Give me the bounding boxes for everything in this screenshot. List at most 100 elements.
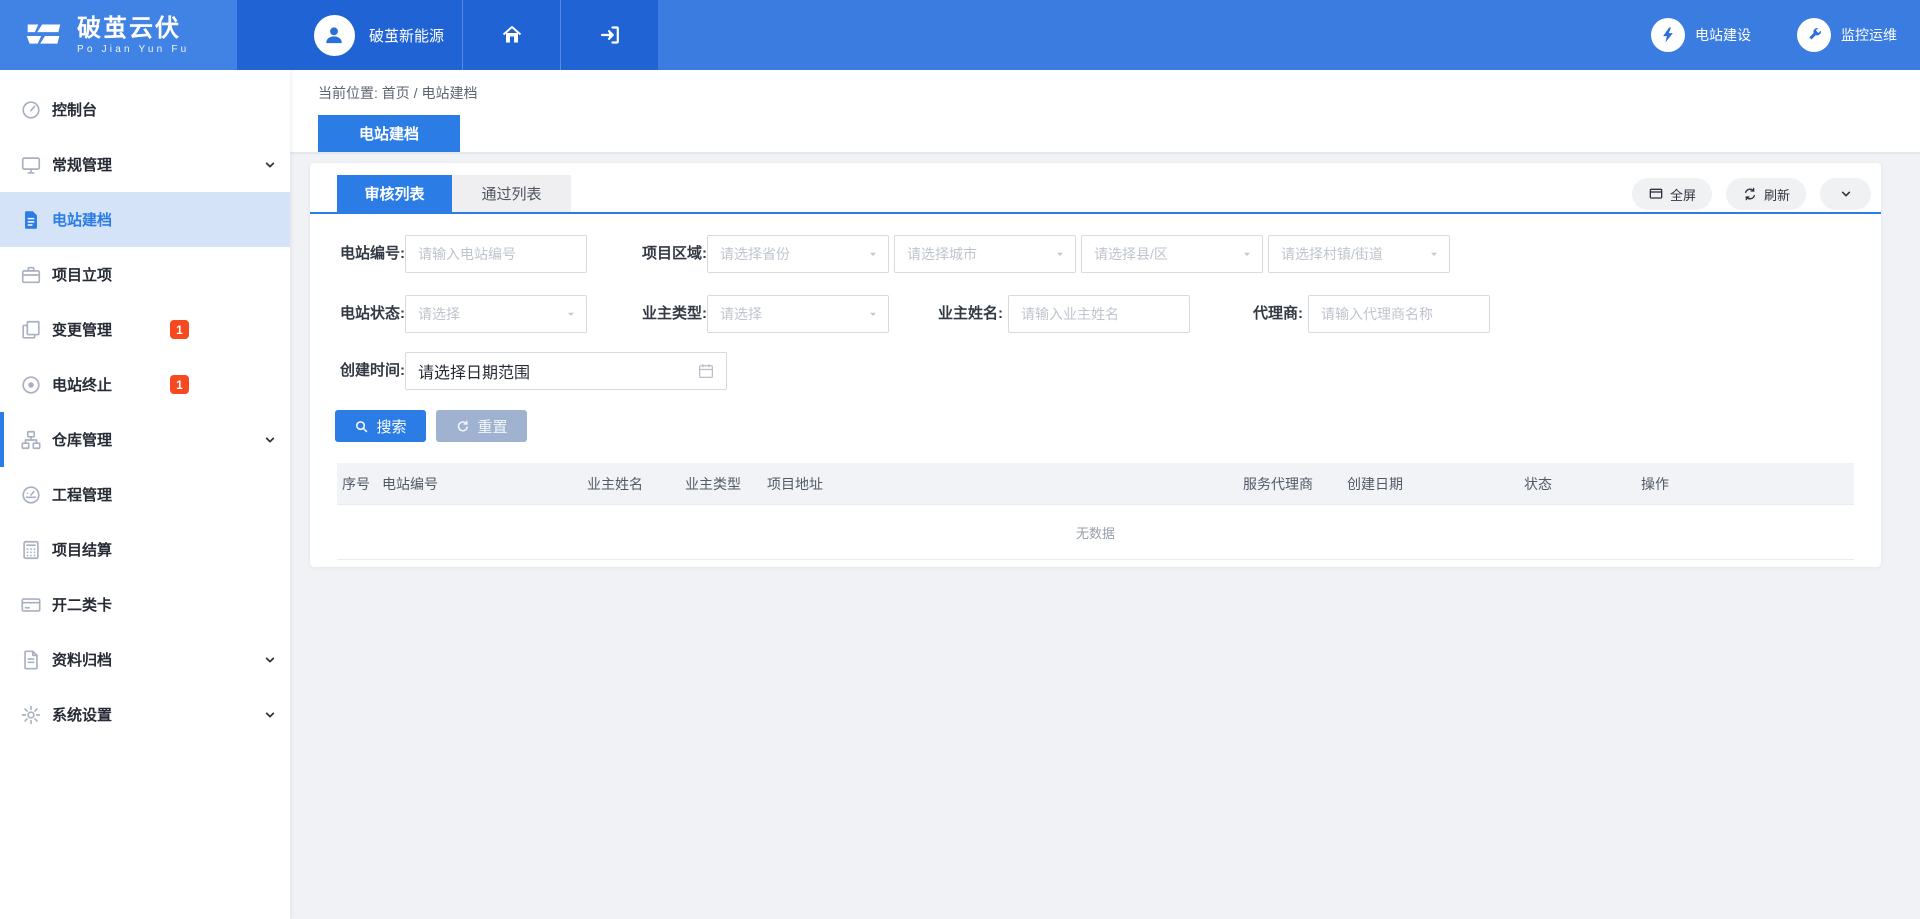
- table-column-header-1: 电站编号: [377, 474, 582, 494]
- caret-down-icon: [565, 308, 577, 320]
- header-modules: 电站建设 监控运维: [1651, 0, 1920, 70]
- sidebar-item-1[interactable]: 常规管理: [0, 137, 290, 192]
- refresh-button[interactable]: 刷新: [1726, 178, 1806, 210]
- search-button[interactable]: 搜索: [335, 410, 426, 442]
- logo-icon: [21, 12, 67, 58]
- create-time-range-picker[interactable]: 请选择日期范围: [405, 352, 727, 390]
- sidebar-item-8[interactable]: 项目结算: [0, 522, 290, 577]
- logo: 破茧云伏 Po Jian Yun Fu: [0, 0, 237, 70]
- user-menu[interactable]: 破茧新能源: [237, 0, 462, 70]
- gauge-icon: [20, 99, 42, 121]
- sidebar-item-label: 工程管理: [52, 484, 112, 505]
- chevron-down-icon: [262, 157, 278, 173]
- sidebar-item-3[interactable]: 项目立项: [0, 247, 290, 302]
- main-panel: 审核列表 通过列表 全屏 刷新 电站编号: 项目区域: 请选择省份请选择城市请选…: [310, 163, 1881, 567]
- wrench-icon: [1797, 18, 1831, 52]
- sidebar-item-9[interactable]: 开二类卡: [0, 577, 290, 632]
- owner-name-input[interactable]: [1008, 295, 1190, 333]
- record-icon: [20, 374, 42, 396]
- header-module-label: 监控运维: [1841, 25, 1897, 45]
- pages-icon: [20, 319, 42, 341]
- filter-row-3: 创建时间: 请选择日期范围: [310, 352, 1881, 390]
- filter-actions: 搜索 重置: [335, 410, 527, 442]
- station-status-select[interactable]: 请选择: [405, 295, 587, 333]
- filter-row-2: 电站状态: 请选择 业主类型: 请选择 业主姓名: 代理商:: [310, 295, 1881, 333]
- tabs-underline: [310, 212, 1881, 214]
- sidebar-item-0[interactable]: 控制台: [0, 82, 290, 137]
- table-column-header-6: 创建日期: [1342, 474, 1519, 494]
- sidebar-item-label: 电站终止: [52, 374, 112, 395]
- file-icon: [20, 209, 42, 231]
- region-select-placeholder: 请选择村镇/街道: [1281, 244, 1383, 264]
- fullscreen-button[interactable]: 全屏: [1632, 178, 1712, 210]
- sidebar-item-label: 开二类卡: [52, 594, 112, 615]
- table-column-header-0: 序号: [337, 474, 377, 494]
- notification-badge: 1: [170, 320, 189, 339]
- owner-type-select[interactable]: 请选择: [707, 295, 889, 333]
- breadcrumb: 当前位置: 首页 / 电站建档: [318, 83, 477, 103]
- briefcase-icon: [20, 264, 42, 286]
- sidebar-item-label: 电站建档: [52, 209, 112, 230]
- card-icon: [20, 594, 42, 616]
- sidebar-item-label: 系统设置: [52, 704, 112, 725]
- breadcrumb-current: 电站建档: [421, 85, 477, 101]
- sidebar-item-5[interactable]: 电站终止1: [0, 357, 290, 412]
- owner-name-label: 业主姓名:: [923, 295, 1003, 333]
- chevron-down-icon: [1838, 186, 1854, 202]
- search-label: 搜索: [376, 416, 406, 437]
- region-select-placeholder: 请选择县/区: [1094, 244, 1168, 264]
- region-select-1[interactable]: 请选择城市: [894, 235, 1076, 273]
- sidebar-item-10[interactable]: 资料归档: [0, 632, 290, 687]
- app-header: 破茧云伏 Po Jian Yun Fu 破茧新能源 电站建设: [0, 0, 1920, 70]
- region-select-2[interactable]: 请选择县/区: [1081, 235, 1263, 273]
- breadcrumb-home[interactable]: 首页: [382, 85, 410, 101]
- region-select-0[interactable]: 请选择省份: [707, 235, 889, 273]
- filter-row-1: 电站编号: 项目区域: 请选择省份请选择城市请选择县/区 请选择村镇/街道: [310, 235, 1881, 273]
- breadcrumb-prefix: 当前位置:: [318, 85, 378, 101]
- tab-review-list[interactable]: 审核列表: [337, 175, 452, 212]
- page-tab-station-archive[interactable]: 电站建档: [318, 115, 460, 152]
- dashboard-icon: [20, 484, 42, 506]
- table-column-header-5: 服务代理商: [1238, 474, 1342, 494]
- home-button[interactable]: [462, 0, 560, 70]
- header-module-0[interactable]: 电站建设: [1651, 18, 1751, 52]
- station-no-label: 电站编号:: [335, 235, 405, 273]
- create-time-label: 创建时间:: [335, 352, 405, 390]
- sidebar-item-label: 项目立项: [52, 264, 112, 285]
- active-indicator-bar: [0, 412, 4, 467]
- chevron-down-icon: [262, 432, 278, 448]
- caret-down-icon: [867, 308, 879, 320]
- tab-passed-list[interactable]: 通过列表: [452, 175, 571, 212]
- region-select-3[interactable]: 请选择村镇/街道: [1268, 235, 1450, 273]
- calendar-icon: [697, 362, 715, 380]
- table-header-row: 序号电站编号业主姓名业主类型项目地址服务代理商创建日期状态操作: [337, 463, 1854, 505]
- results-table: 序号电站编号业主姓名业主类型项目地址服务代理商创建日期状态操作 无数据: [337, 463, 1854, 560]
- header-spacer: [658, 0, 1651, 70]
- region-label: 项目区域:: [637, 235, 707, 273]
- monitor-icon: [20, 154, 42, 176]
- breadcrumb-bar: 当前位置: 首页 / 电站建档 电站建档: [290, 70, 1920, 154]
- sidebar-item-2[interactable]: 电站建档: [0, 192, 290, 247]
- sidebar-item-label: 项目结算: [52, 539, 112, 560]
- sidebar-item-11[interactable]: 系统设置: [0, 687, 290, 742]
- sidebar-item-6[interactable]: 仓库管理: [0, 412, 290, 467]
- station-no-input[interactable]: [405, 235, 587, 273]
- owner-type-label: 业主类型:: [637, 295, 707, 333]
- collapse-button[interactable]: [1820, 178, 1871, 210]
- table-column-header-8: 操作: [1636, 474, 1854, 494]
- sidebar-item-7[interactable]: 工程管理: [0, 467, 290, 522]
- fullscreen-label: 全屏: [1670, 185, 1696, 204]
- agent-input[interactable]: [1308, 295, 1490, 333]
- reset-button[interactable]: 重置: [436, 410, 527, 442]
- header-module-1[interactable]: 监控运维: [1797, 18, 1897, 52]
- sidebar-item-4[interactable]: 变更管理 1: [0, 302, 290, 357]
- create-time-placeholder: 请选择日期范围: [418, 359, 530, 383]
- refresh-label: 刷新: [1764, 185, 1790, 204]
- station-status-label: 电站状态:: [335, 295, 405, 333]
- agent-label: 代理商:: [1218, 295, 1303, 333]
- table-column-header-7: 状态: [1519, 474, 1636, 494]
- sidebar-item-label: 变更管理: [52, 319, 112, 340]
- logout-button[interactable]: [560, 0, 658, 70]
- reset-icon: [455, 419, 470, 434]
- app-subtitle: Po Jian Yun Fu: [77, 44, 189, 55]
